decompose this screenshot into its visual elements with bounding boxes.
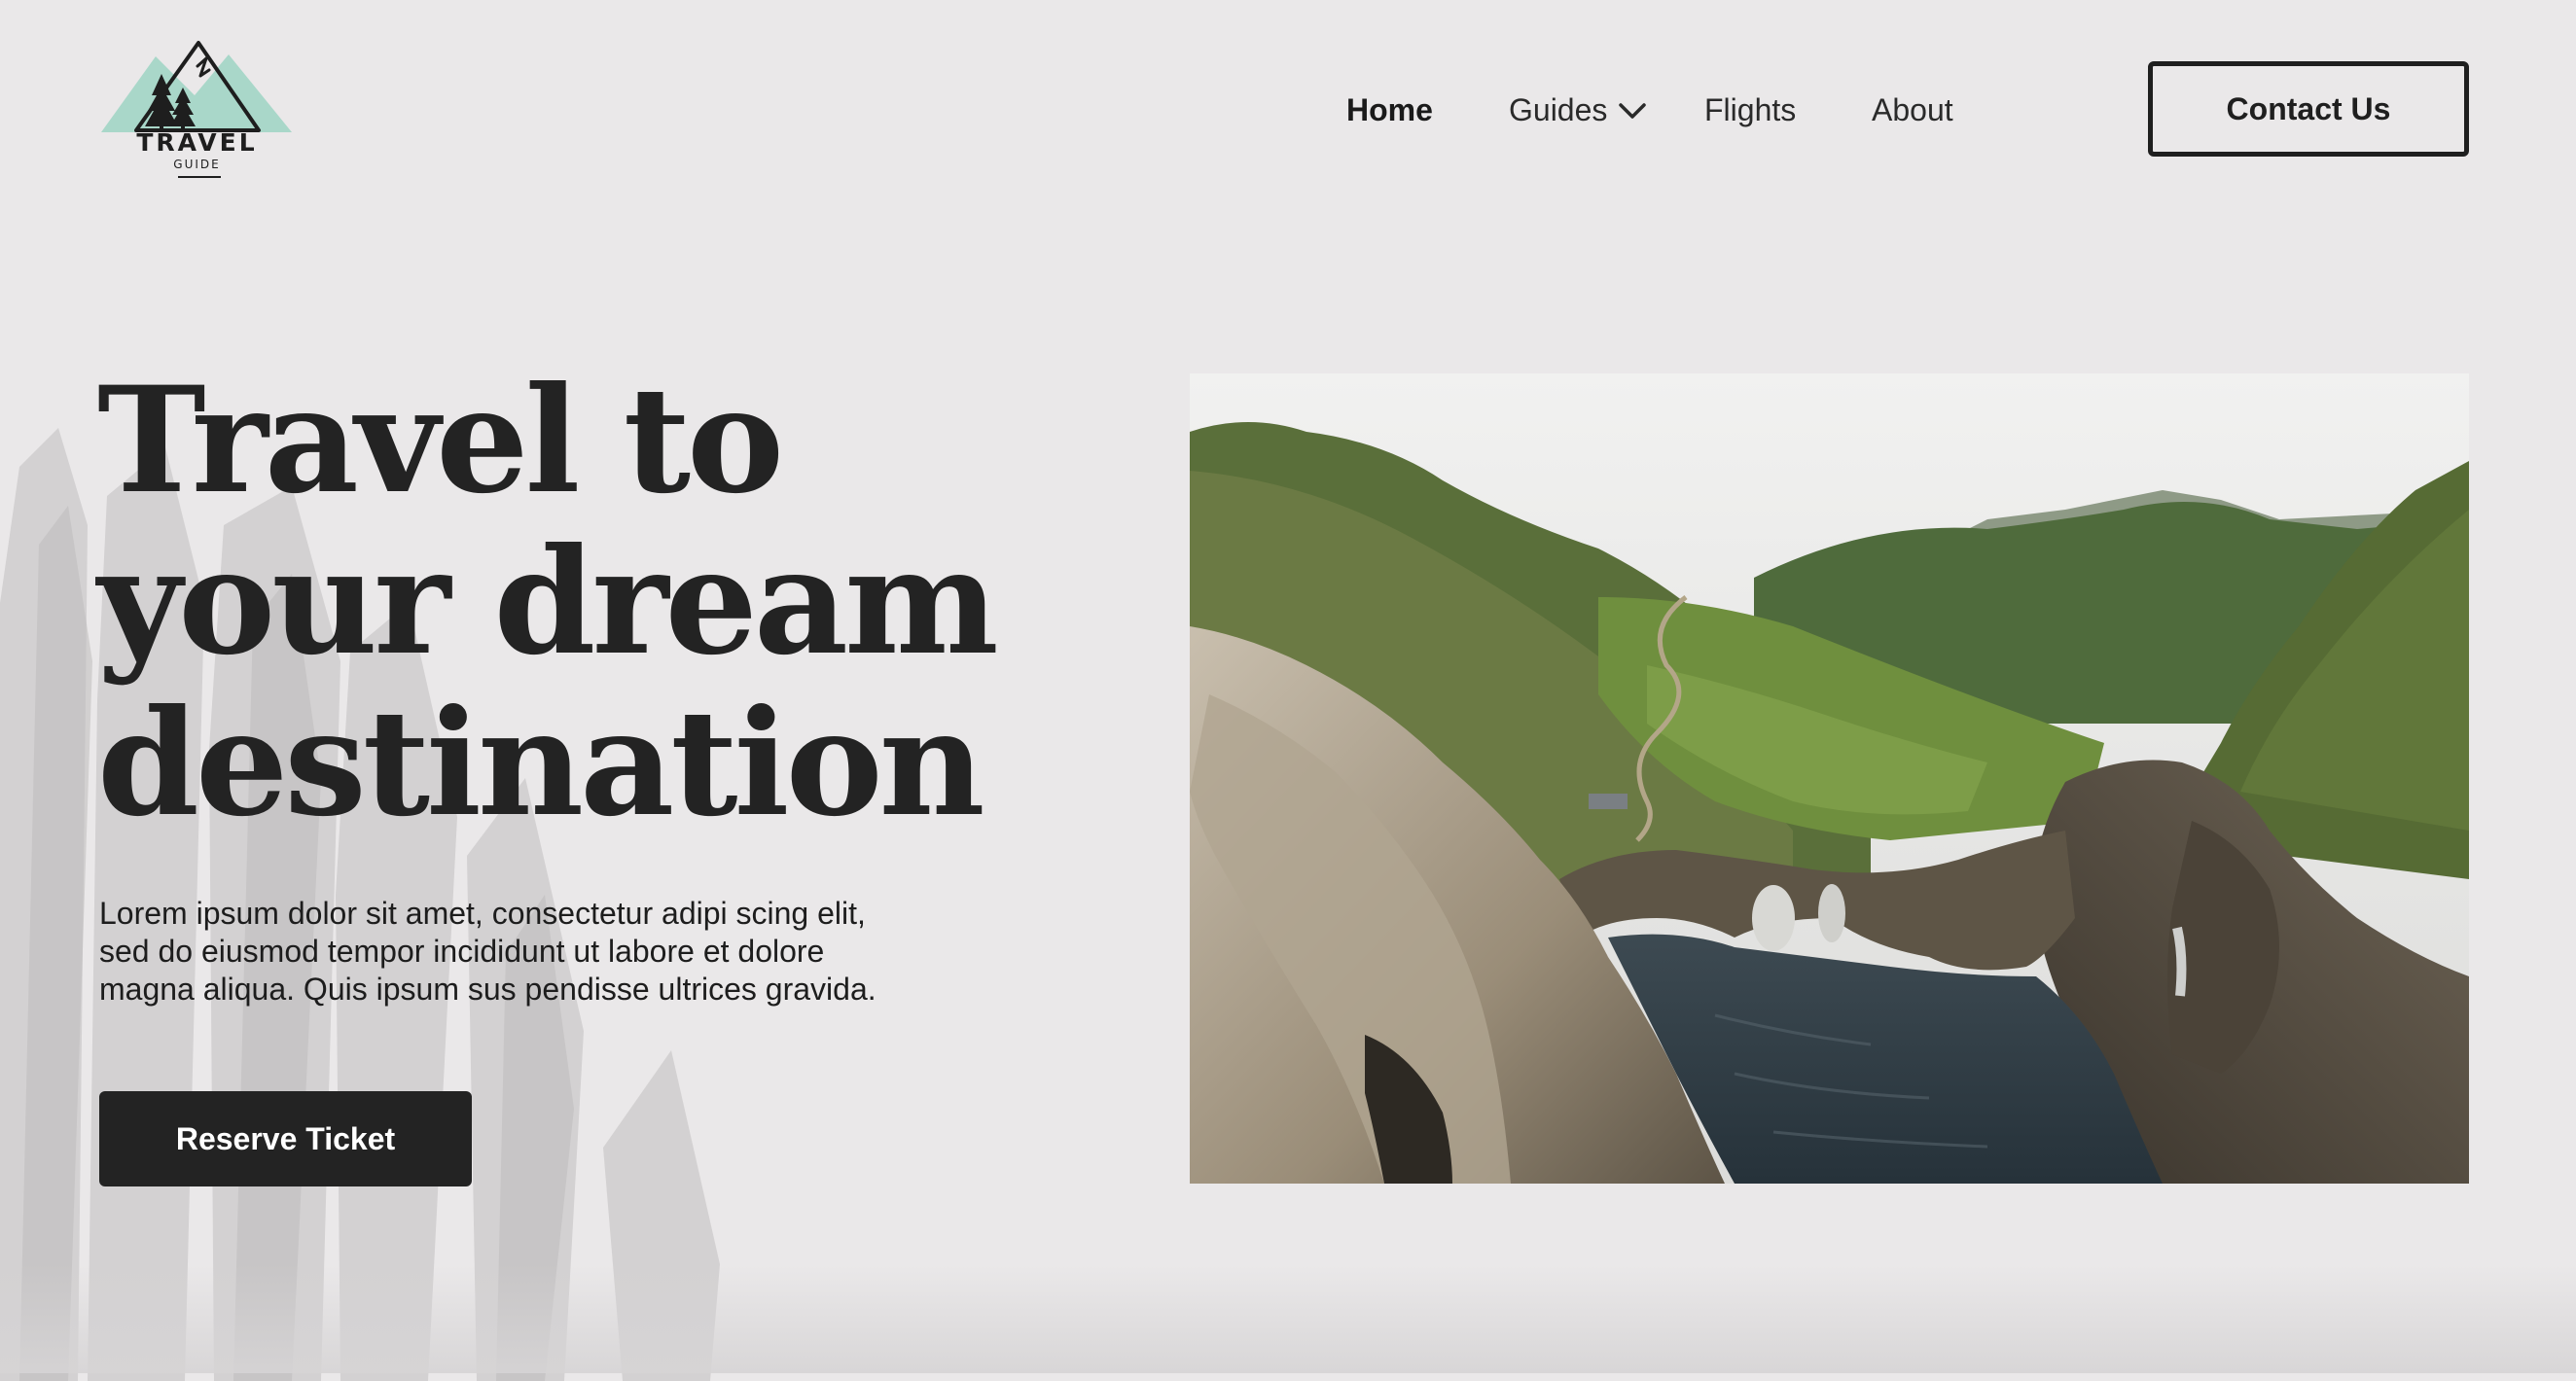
hero-image: [1190, 373, 2469, 1184]
hero-description: Lorem ipsum dolor sit amet, consectetur …: [99, 896, 877, 1007]
nav-guides[interactable]: Guides: [1509, 84, 1647, 136]
reserve-ticket-button[interactable]: Reserve Ticket: [99, 1091, 472, 1186]
coastal-cliffs-cove-photo: [1190, 373, 2469, 1184]
hero-title-line-1: Travel to: [97, 355, 784, 526]
hero-title: Travel to your dream destination: [97, 360, 1070, 844]
hero-title-line-2: your dream: [97, 516, 999, 688]
chevron-down-icon: [1619, 102, 1647, 119]
travel-guide-logo[interactable]: TRAVEL GUIDE: [97, 37, 297, 183]
nav-home[interactable]: Home: [1346, 84, 1433, 136]
nav-about[interactable]: About: [1872, 84, 1953, 136]
logo-title: TRAVEL: [136, 128, 258, 157]
contact-us-button[interactable]: Contact Us: [2148, 61, 2469, 157]
nav-guides-label: Guides: [1509, 92, 1608, 127]
hero-title-line-3: destination: [97, 678, 985, 849]
logo-tagline: GUIDE: [173, 158, 221, 171]
bottom-fade-decoration: [0, 1264, 2576, 1373]
nav-flights[interactable]: Flights: [1704, 84, 1796, 136]
logo-underline: [178, 176, 221, 178]
mountain-trees-logo-icon: [101, 41, 292, 132]
